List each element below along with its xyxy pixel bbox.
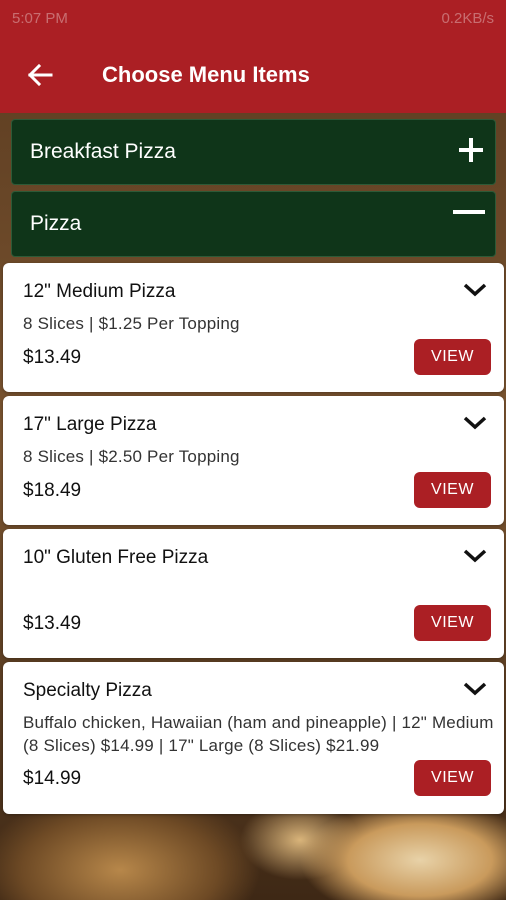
category-breakfast-pizza[interactable]: Breakfast Pizza <box>11 119 496 185</box>
item-name: Specialty Pizza <box>23 680 152 701</box>
status-bar: 5:07 PM 0.2KB/s <box>0 0 506 36</box>
category-label: Pizza <box>30 212 82 235</box>
category-label: Breakfast Pizza <box>30 140 176 163</box>
minus-icon[interactable] <box>453 210 485 214</box>
item-description: 8 Slices | $1.25 Per Topping <box>23 314 240 333</box>
status-time: 5:07 PM <box>12 9 68 27</box>
item-name: 10" Gluten Free Pizza <box>23 547 209 568</box>
arrow-left-icon <box>27 63 53 86</box>
item-price: $14.99 <box>23 768 82 789</box>
category-pizza[interactable]: Pizza <box>11 191 496 257</box>
menu-item-card[interactable]: 12" Medium Pizza 8 Slices | $1.25 Per To… <box>3 263 504 392</box>
item-description: Buffalo chicken, Hawaiian (ham and pinea… <box>23 713 494 755</box>
view-button[interactable]: VIEW <box>414 472 491 508</box>
item-name: 12" Medium Pizza <box>23 281 176 302</box>
view-button[interactable]: VIEW <box>414 339 491 375</box>
chevron-down-icon[interactable] <box>462 412 488 432</box>
item-price: $13.49 <box>23 347 82 368</box>
chevron-down-icon[interactable] <box>462 678 488 698</box>
item-description: 8 Slices | $2.50 Per Topping <box>23 447 240 466</box>
chevron-down-icon[interactable] <box>462 545 488 565</box>
item-name: 17" Large Pizza <box>23 414 157 435</box>
page-title: Choose Menu Items <box>102 61 310 87</box>
menu-item-card[interactable]: 10" Gluten Free Pizza $13.49 VIEW <box>3 529 504 658</box>
status-network: 0.2KB/s <box>441 9 494 27</box>
plus-icon[interactable] <box>457 134 485 170</box>
menu-item-card[interactable]: 17" Large Pizza 8 Slices | $2.50 Per Top… <box>3 396 504 525</box>
back-button[interactable] <box>0 36 80 113</box>
item-price: $13.49 <box>23 613 82 634</box>
app-bar: Choose Menu Items <box>0 36 506 113</box>
menu-item-card[interactable]: Specialty Pizza Buffalo chicken, Hawaiia… <box>3 662 504 814</box>
view-button[interactable]: VIEW <box>414 605 491 641</box>
item-price: $18.49 <box>23 480 82 501</box>
chevron-down-icon[interactable] <box>462 279 488 299</box>
view-button[interactable]: VIEW <box>414 760 491 796</box>
